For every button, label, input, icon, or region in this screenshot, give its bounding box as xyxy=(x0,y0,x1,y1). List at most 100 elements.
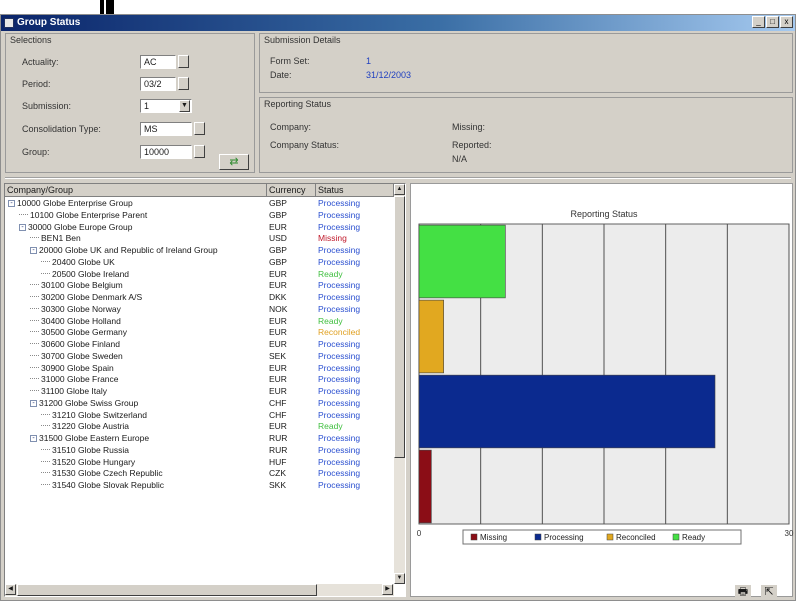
status-cell: Processing xyxy=(318,456,361,467)
section-divider xyxy=(5,177,791,179)
currency-cell: EUR xyxy=(269,374,287,385)
company-status-label: Company Status: xyxy=(270,140,340,150)
tree-row[interactable]: -31200 Globe Swiss Group CHF Processing xyxy=(5,398,393,410)
tree-row[interactable]: 20400 Globe UK GBP Processing xyxy=(5,257,393,269)
status-cell: Processing xyxy=(318,209,361,220)
tree-row-name-cell: 30600 Globe Finland xyxy=(5,339,267,351)
tree-row-name-cell: 10100 Globe Enterprise Parent xyxy=(5,210,267,222)
scroll-up-button[interactable]: ▲ xyxy=(394,184,405,195)
tree-row-name-cell: 30400 Globe Holland xyxy=(5,316,267,328)
maximize-button[interactable]: □ xyxy=(766,16,779,28)
tree-connector xyxy=(30,237,39,239)
selections-title: Selections xyxy=(10,35,52,45)
tree-row[interactable]: 10100 Globe Enterprise Parent GBP Processi… xyxy=(5,210,393,222)
column-header-currency[interactable]: Currency xyxy=(267,184,316,197)
tree-connector xyxy=(30,390,39,391)
tree-connector xyxy=(41,472,50,474)
tree-row[interactable]: 31530 Globe Czech Republic CZK Processing xyxy=(5,468,393,480)
tree-row[interactable]: 31000 Globe France EUR Processing xyxy=(5,374,393,386)
tree-row-name-cell: 30300 Globe Norway xyxy=(5,304,267,316)
scroll-down-button[interactable]: ▼ xyxy=(394,573,405,584)
printer-icon[interactable]: 🖶 xyxy=(735,585,751,599)
tree-row[interactable]: -30000 Globe Europe Group EUR Processing xyxy=(5,222,393,234)
tree-connector xyxy=(30,307,39,309)
actuality-field[interactable]: AC xyxy=(140,55,176,69)
tree-row[interactable]: 30900 Globe Spain EUR Processing xyxy=(5,363,393,375)
column-header-company[interactable]: Company/Group xyxy=(5,184,267,197)
tree-toggle-icon[interactable]: - xyxy=(19,223,26,231)
tree-row[interactable]: 31220 Globe Austria EUR Ready xyxy=(5,421,393,433)
export-icon[interactable]: ⇱ xyxy=(761,585,777,599)
column-header-status[interactable]: Status xyxy=(316,184,394,197)
company-name: 30100 Globe Belgium xyxy=(41,280,123,291)
period-picker-button[interactable] xyxy=(178,77,189,90)
group-picker-button[interactable] xyxy=(194,145,205,158)
tree-row[interactable]: 30500 Globe Germany EUR Reconciled xyxy=(5,327,393,339)
tree-row[interactable]: 31210 Globe Switzerland CHF Processing xyxy=(5,410,393,422)
tree-row[interactable]: 20500 Globe Ireland EUR Ready xyxy=(5,269,393,281)
tree-toggle-icon[interactable]: - xyxy=(30,247,37,254)
tree-row[interactable]: -10000 Globe Enterprise Group GBP Processi… xyxy=(5,198,393,210)
consolidation-picker-button[interactable] xyxy=(194,122,205,135)
refresh-button[interactable]: ⇄ xyxy=(219,154,249,170)
tree-row[interactable]: -31500 Globe Eastern Europe RUR Processing xyxy=(5,433,393,445)
tree-row[interactable]: 30600 Globe Finland EUR Processing xyxy=(5,339,393,351)
tree-toggle-icon[interactable]: - xyxy=(30,435,37,442)
tree-row-name-cell: -10000 Globe Enterprise Group xyxy=(5,198,267,210)
minimize-button[interactable]: _ xyxy=(752,16,765,28)
company-tree-list[interactable]: Company/Group Currency Status -10000 Glo… xyxy=(4,183,406,597)
actuality-picker-button[interactable] xyxy=(178,55,189,68)
tree-row[interactable]: 30200 Globe Denmark A/S DKK Processing xyxy=(5,292,393,304)
company-name: 10100 Globe Enterprise Parent xyxy=(30,209,148,220)
status-cell: Processing xyxy=(318,245,361,255)
tree-row-name-cell: 20400 Globe UK xyxy=(5,257,267,269)
vertical-scroll-thumb[interactable] xyxy=(394,196,405,458)
tree-row[interactable]: 30100 Globe Belgium EUR Processing xyxy=(5,280,393,292)
tree-row-name-cell: -20000 Globe UK and Republic of Ireland … xyxy=(5,245,267,257)
selections-group: Selections Actuality: AC Period: 03/2 Su… xyxy=(5,33,255,173)
tree-row[interactable]: -20000 Globe UK and Republic of Ireland … xyxy=(5,245,393,257)
tree-row[interactable]: 30700 Globe Sweden SEK Processing xyxy=(5,351,393,363)
group-field[interactable]: 10000 xyxy=(140,145,192,159)
tree-row[interactable]: 31540 Globe Slovak Republic SKK Processing xyxy=(5,480,393,492)
currency-cell: DKK xyxy=(269,292,287,302)
tree-row-name-cell: 31100 Globe Italy xyxy=(5,386,267,398)
tree-connector xyxy=(30,378,39,380)
legend-swatch xyxy=(672,533,680,541)
status-cell: Processing xyxy=(318,292,361,302)
tree-row-name-cell: BEN1 Ben xyxy=(5,233,267,245)
company-name: 31510 Globe Russia xyxy=(52,444,130,455)
tree-row[interactable]: 30400 Globe Holland EUR Ready xyxy=(5,316,393,328)
bar-missing xyxy=(418,449,432,524)
tree-row[interactable]: 30300 Globe Norway NOK Processing xyxy=(5,304,393,316)
tree-row[interactable]: 31100 Globe Italy EUR Processing xyxy=(5,386,393,398)
consolidation-type-field[interactable]: MS xyxy=(140,122,192,136)
chevron-down-icon[interactable]: ▼ xyxy=(179,100,190,112)
period-field[interactable]: 03/2 xyxy=(140,77,176,91)
company-name: 30600 Globe Finland xyxy=(41,339,120,349)
currency-cell: GBP xyxy=(269,256,287,267)
currency-cell: EUR xyxy=(269,280,287,291)
vertical-scrollbar[interactable]: ▲ ▼ xyxy=(394,184,405,584)
tree-row-name-cell: 31540 Globe Slovak Republic xyxy=(5,480,267,492)
tree-row[interactable]: 31510 Globe Russia RUR Processing xyxy=(5,445,393,457)
tree-connector xyxy=(41,448,50,450)
company-name: 10000 Globe Enterprise Group xyxy=(17,198,133,208)
tree-row[interactable]: 31520 Globe Hungary HUF Processing xyxy=(5,457,393,469)
tree-toggle-icon[interactable]: - xyxy=(30,399,37,407)
currency-cell: CZK xyxy=(269,468,286,479)
tree-toggle-icon[interactable]: - xyxy=(8,200,15,207)
company-name: 30500 Globe Germany xyxy=(41,327,127,338)
tree-connector xyxy=(30,354,39,356)
currency-cell: CHF xyxy=(269,409,287,420)
title-bar[interactable]: Group Status _ □ x xyxy=(1,15,795,31)
company-name: 31530 Globe Czech Republic xyxy=(52,468,163,479)
form-set-value: 1 xyxy=(366,56,372,66)
close-button[interactable]: x xyxy=(780,16,793,28)
status-cell: Processing xyxy=(318,280,361,291)
window-title: Group Status xyxy=(17,17,81,28)
tree-row[interactable]: BEN1 Ben USD Missing xyxy=(5,233,393,245)
tree-connector xyxy=(30,331,39,333)
currency-cell: RUR xyxy=(269,444,288,455)
status-cell: Processing xyxy=(318,397,361,408)
